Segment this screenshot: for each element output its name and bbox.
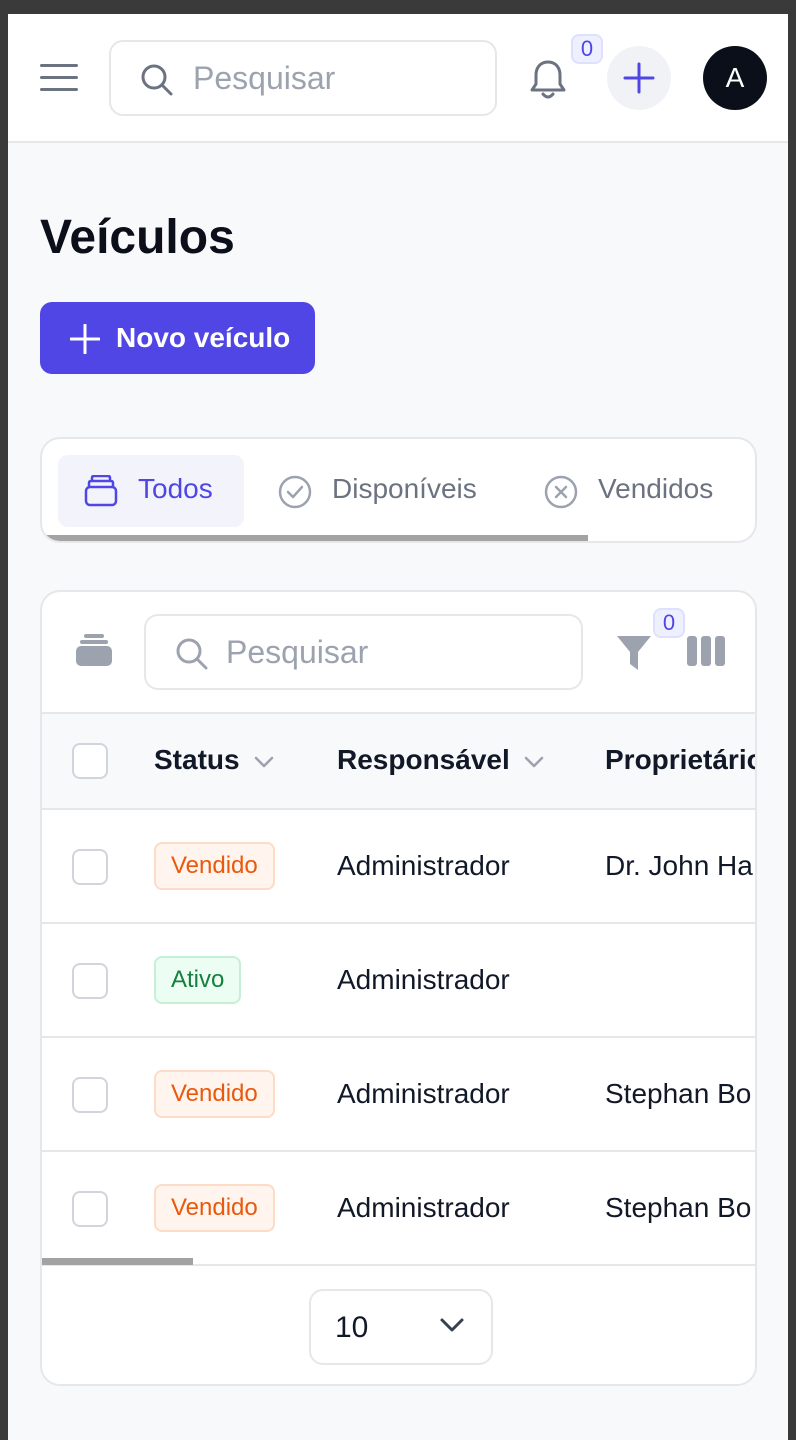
plus-icon	[70, 324, 100, 354]
status-badge: Ativo	[154, 956, 242, 1004]
table-row[interactable]: Vendido Administrador Stephan Bo	[42, 1152, 755, 1266]
responsavel-cell: Administrador	[337, 1192, 510, 1223]
page-size-value: 10	[335, 1311, 369, 1344]
page-size-select[interactable]: 10	[309, 1289, 493, 1365]
vehicles-table-card: 0 Status Responsável Proprietário Vendid…	[40, 590, 757, 1386]
global-search[interactable]	[109, 40, 497, 116]
column-header-status[interactable]: Status	[154, 744, 274, 776]
chevron-down-icon	[440, 1318, 464, 1332]
table-header-row: Status Responsável Proprietário	[42, 712, 757, 810]
app-frame: 0 A Veículos Novo veículo Todos Disponív…	[8, 14, 788, 1440]
responsavel-cell: Administrador	[337, 964, 510, 995]
tab-todos[interactable]: Todos	[58, 455, 244, 527]
chevron-down-icon	[254, 756, 273, 767]
table-search-input[interactable]	[226, 630, 566, 674]
search-icon	[174, 636, 210, 677]
table-search[interactable]	[144, 614, 583, 690]
proprietario-cell: Stephan Bo	[605, 1192, 752, 1223]
tab-vendidos[interactable]: Vendidos	[528, 455, 748, 527]
search-icon	[139, 62, 175, 103]
column-header-proprietario[interactable]: Proprietário	[605, 744, 757, 776]
column-header-responsavel[interactable]: Responsável	[337, 744, 544, 776]
status-badge: Vendido	[154, 1184, 275, 1232]
filter-count-badge: 0	[653, 608, 685, 638]
tab-todos-label: Todos	[138, 473, 213, 504]
table-row[interactable]: Vendido Administrador Dr. John Ha	[42, 810, 755, 924]
columns-icon[interactable]	[687, 636, 725, 671]
filter-icon[interactable]	[616, 634, 652, 677]
tab-disponiveis-label: Disponíveis	[332, 473, 477, 504]
row-checkbox[interactable]	[72, 849, 108, 885]
select-all-checkbox[interactable]	[72, 743, 108, 779]
row-checkbox[interactable]	[72, 1191, 108, 1227]
table-scrollbar[interactable]	[42, 1258, 193, 1265]
column-header-responsavel-label: Responsável	[337, 744, 510, 775]
menu-icon[interactable]	[40, 64, 78, 92]
column-header-status-label: Status	[154, 744, 240, 775]
chevron-down-icon	[524, 756, 543, 767]
top-bar: 0 A	[8, 14, 788, 143]
proprietario-cell: Dr. John Ha	[605, 850, 753, 881]
row-checkbox[interactable]	[72, 1077, 108, 1113]
page-title: Veículos	[40, 211, 235, 264]
tab-vendidos-label: Vendidos	[598, 473, 714, 504]
status-badge: Vendido	[154, 1070, 275, 1118]
check-circle-icon	[278, 475, 312, 514]
bell-icon[interactable]	[528, 58, 568, 105]
quick-add-button[interactable]	[607, 46, 671, 110]
responsavel-cell: Administrador	[337, 1078, 510, 1109]
row-checkbox[interactable]	[72, 963, 108, 999]
responsavel-cell: Administrador	[337, 850, 510, 881]
table-row[interactable]: Ativo Administrador	[42, 924, 755, 1038]
table-row[interactable]: Vendido Administrador Stephan Bo	[42, 1038, 755, 1152]
x-circle-icon	[544, 475, 578, 514]
notification-count-badge: 0	[571, 34, 603, 64]
column-header-proprietario-label: Proprietário	[605, 744, 757, 775]
new-vehicle-button[interactable]: Novo veículo	[40, 302, 315, 374]
stack-icon	[84, 474, 118, 512]
tabs-bar: Todos Disponíveis Vendidos	[40, 437, 757, 543]
layers-icon	[74, 632, 114, 673]
tabs-scrollbar[interactable]	[42, 535, 588, 541]
proprietario-cell: Stephan Bo	[605, 1078, 752, 1109]
status-badge: Vendido	[154, 842, 275, 890]
plus-icon	[623, 62, 655, 94]
new-vehicle-button-label: Novo veículo	[116, 322, 291, 353]
global-search-input[interactable]	[193, 56, 483, 100]
tab-disponiveis[interactable]: Disponíveis	[262, 455, 502, 527]
avatar[interactable]: A	[703, 46, 767, 110]
